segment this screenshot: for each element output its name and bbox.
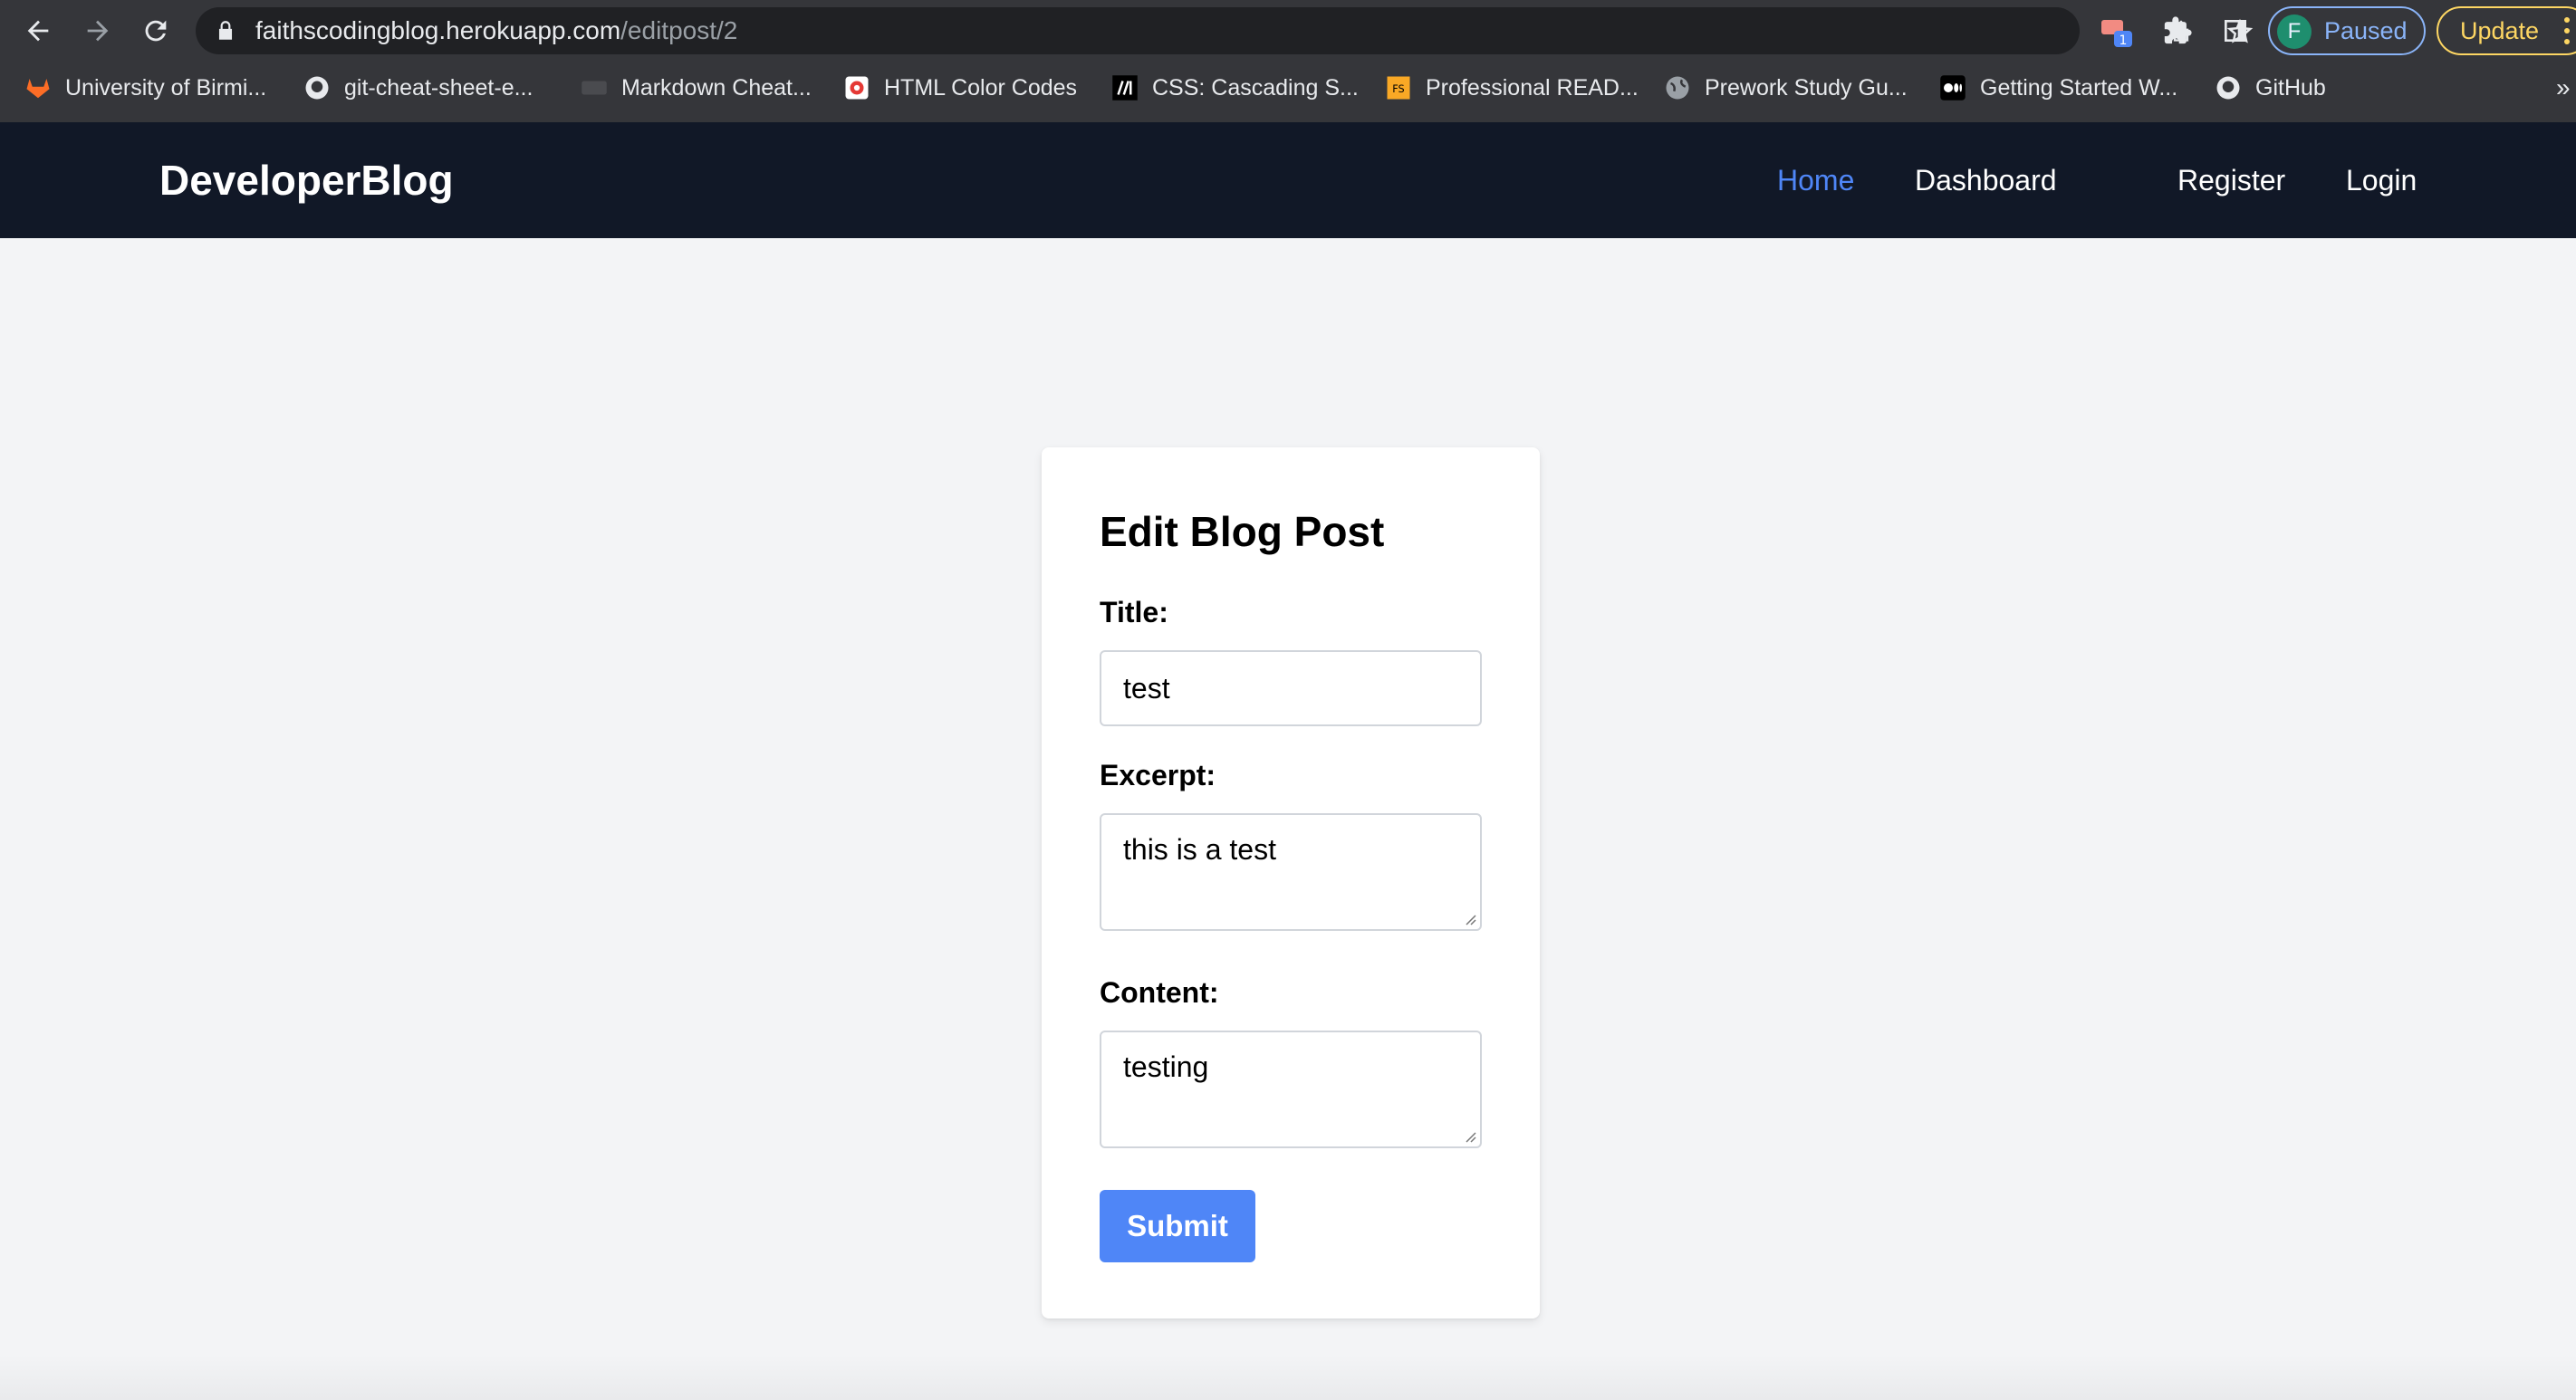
reload-icon [145,20,167,42]
kebab-menu-icon [2564,17,2570,44]
bookmark-item[interactable]: FS Professional READ... [1384,63,1639,112]
bookmarks-bar: University of Birmi... git-cheat-sheet-e… [0,63,2576,112]
profile-button[interactable]: F Paused [2268,6,2426,55]
page-title: Edit Blog Post [1100,508,1385,555]
bookmark-label: Prework Study Gu... [1705,74,1908,101]
url-text: faithscodingblog.herokuapp.com/editpost/… [255,7,737,54]
bookmark-item[interactable]: Markdown Cheat... [580,63,812,112]
bookmark-item[interactable]: HTML Color Codes [842,63,1077,112]
reload-button[interactable] [138,13,174,49]
bookmark-item[interactable]: Prework Study Gu... [1663,63,1908,112]
bookmark-label: Markdown Cheat... [621,74,812,101]
bookmarks-overflow-button[interactable]: » [2556,63,2571,112]
puzzle-icon [2164,16,2192,44]
avatar: F [2277,14,2312,49]
bookmark-label: Professional READ... [1426,74,1639,101]
html-color-codes-icon [842,73,871,102]
markdown-icon [580,73,609,102]
content-value: testing [1123,1050,1209,1083]
update-button[interactable]: Update [2437,6,2576,55]
forward-button[interactable] [80,13,116,49]
url-host: faithscodingblog.herokuapp.com [255,16,621,44]
github-icon [2214,73,2243,102]
update-label: Update [2460,17,2540,44]
globe-icon [1663,73,1692,102]
content-textarea[interactable]: testing [1100,1031,1482,1148]
bookmark-label: University of Birmi... [65,74,267,101]
bookmark-item[interactable]: GitHub [2214,63,2326,112]
bookmark-item[interactable]: git-cheat-sheet-e... [303,63,533,112]
nav-register-link[interactable]: Register [2177,122,2285,238]
extension-button[interactable]: 1 [2100,13,2136,49]
brand-logo-link[interactable]: DeveloperBlog [159,122,454,238]
url-path: /editpost/2 [620,16,738,44]
bookmark-item[interactable]: CSS: Cascading S... [1110,63,1359,112]
bookmark-label: git-cheat-sheet-e... [344,74,533,101]
bookmark-item[interactable]: University of Birmi... [24,63,266,112]
excerpt-label: Excerpt: [1100,759,1216,791]
resize-handle-icon[interactable] [1462,1128,1476,1143]
excerpt-textarea[interactable]: this is a test [1100,813,1482,931]
bookmark-label: CSS: Cascading S... [1152,74,1359,101]
nav-login-link[interactable]: Login [2346,122,2417,238]
svg-text:FS: FS [1392,83,1404,95]
bookmark-label: HTML Color Codes [884,74,1078,101]
submit-button[interactable]: Submit [1100,1190,1255,1262]
readme-icon: FS [1384,73,1413,102]
address-bar[interactable]: faithscodingblog.herokuapp.com/editpost/… [196,7,2254,54]
medium-icon [1938,73,1967,102]
nav-dashboard-link[interactable]: Dashboard [1915,122,2057,238]
site-navbar: DeveloperBlog Home Dashboard Register Lo… [0,122,2576,238]
nav-home-link[interactable]: Home [1777,122,1854,238]
edit-post-card: Edit Blog Post Title: Excerpt: this is a… [1042,447,1540,1318]
gitlab-icon [24,73,53,102]
extension-badge-count: 1 [2119,34,2128,48]
content-label: Content: [1100,976,1219,1009]
extension-badge-icon: 1 [2101,20,2132,48]
lock-icon [218,21,233,40]
extensions-button[interactable] [2159,13,2196,49]
browser-chrome: faithscodingblog.herokuapp.com/editpost/… [0,0,2576,122]
title-label: Title: [1100,596,1168,628]
bookmark-item[interactable]: Getting Started W... [1938,63,2177,112]
excerpt-value: this is a test [1123,833,1276,866]
side-panel-icon [2225,20,2246,42]
profile-status: Paused [2324,17,2408,44]
back-arrow-icon [27,20,49,42]
forward-arrow-icon [87,20,109,42]
back-button[interactable] [20,13,56,49]
browser-toolbar: faithscodingblog.herokuapp.com/editpost/… [0,0,2576,62]
resize-handle-icon[interactable] [1462,911,1476,925]
bookmark-label: Getting Started W... [1980,74,2178,101]
bookmark-label: GitHub [2255,74,2326,101]
page-bottom-edge [0,1355,2576,1400]
side-panel-button[interactable] [2217,13,2254,49]
mdn-icon [1110,73,1139,102]
github-icon [303,73,332,102]
title-input[interactable] [1100,650,1482,726]
